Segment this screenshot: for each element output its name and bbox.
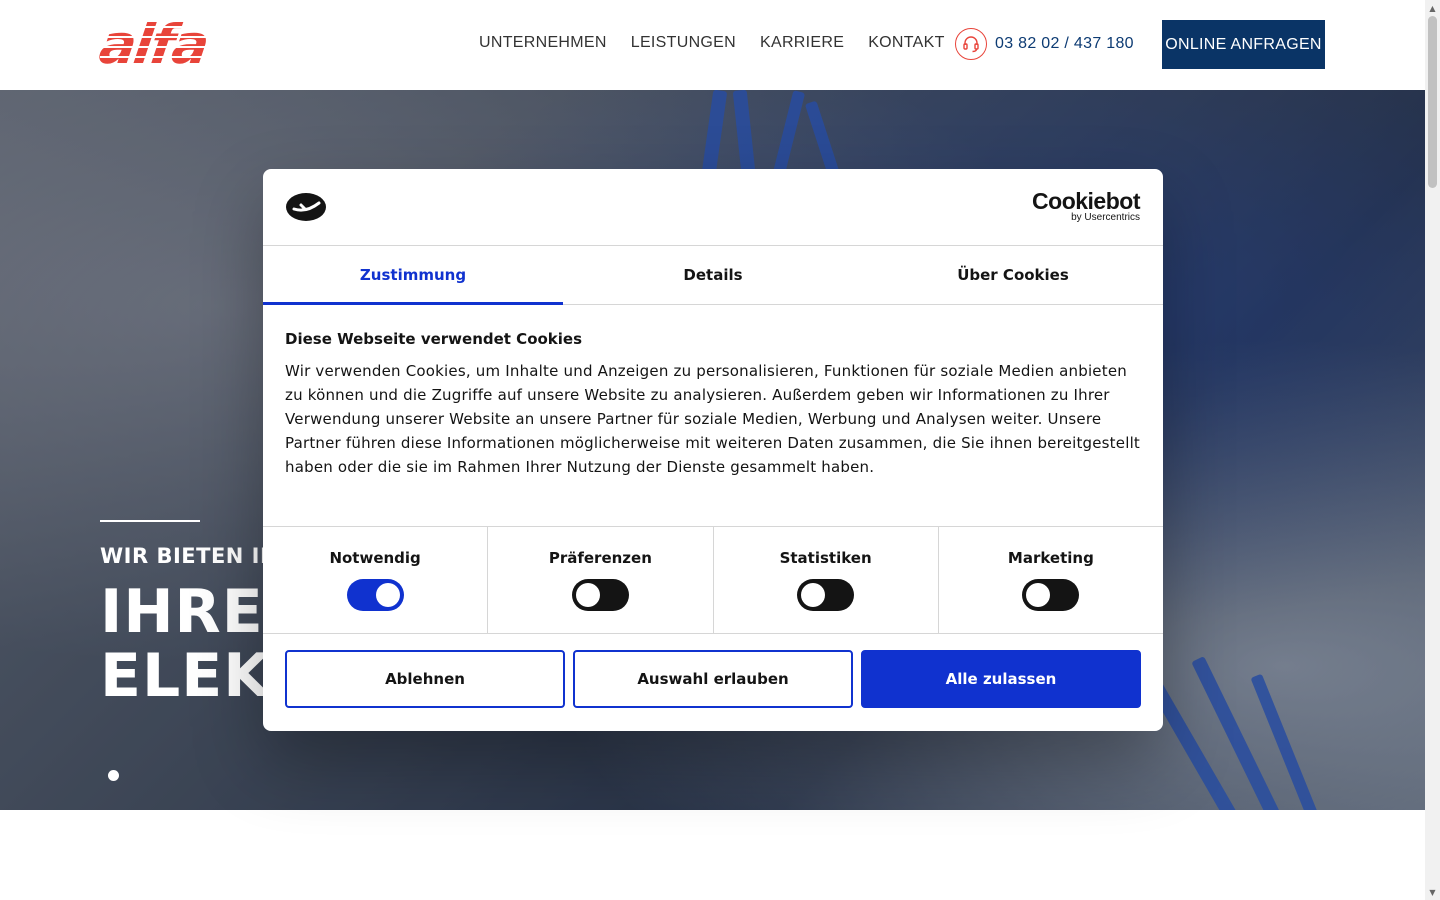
nav-item-karriere[interactable]: KARRIERE — [760, 34, 844, 52]
switch-knob — [575, 583, 600, 607]
nav-item-kontakt[interactable]: KONTAKT — [868, 34, 944, 52]
toggle-group-notwendig: Notwendig — [263, 527, 489, 633]
scroll-up-arrow-icon[interactable]: ▲ — [1425, 2, 1440, 14]
nav-item-unternehmen[interactable]: UNTERNEHMEN — [479, 34, 607, 52]
switch-knob — [1026, 583, 1051, 607]
marketing-switch[interactable] — [1022, 579, 1080, 611]
main-nav: UNTERNEHMEN LEISTUNGEN KARRIERE KONTAKT — [479, 34, 969, 52]
nav-item-leistungen[interactable]: LEISTUNGEN — [631, 34, 736, 52]
toggle-group-statistiken: Statistiken — [714, 527, 939, 633]
tab-details[interactable]: Details — [563, 246, 863, 304]
switch-knob — [801, 583, 826, 607]
toggle-label: Statistiken — [779, 549, 872, 567]
dialog-title: Diese Webseite verwendet Cookies — [285, 330, 583, 348]
scroll-down-arrow-icon[interactable]: ▼ — [1425, 886, 1440, 898]
toggle-group-praeferenzen: Präferenzen — [488, 527, 714, 633]
cookiebot-brand[interactable]: Cookiebot by Usercentrics — [1032, 189, 1140, 223]
statistiken-switch[interactable] — [797, 579, 855, 611]
dialog-tabs: Zustimmung Details Über Cookies — [263, 246, 1163, 305]
toggle-label: Präferenzen — [548, 549, 652, 567]
praeferenzen-switch[interactable] — [571, 579, 629, 611]
online-anfragen-button[interactable]: ONLINE ANFRAGEN — [1162, 20, 1325, 69]
toggle-label: Marketing — [1007, 549, 1094, 567]
headset-icon — [955, 28, 987, 60]
dialog-header: Cookiebot by Usercentrics — [263, 169, 1163, 246]
decline-button[interactable]: Ablehnen — [285, 650, 565, 708]
phone-number: 03 82 02 / 437 180 — [995, 35, 1134, 52]
switch-knob — [375, 583, 400, 607]
cookie-consent-dialog: Cookiebot by Usercentrics Zustimmung Det… — [263, 169, 1163, 731]
cookiebot-name: Cookiebot — [1032, 188, 1140, 214]
site-header: alfa UNTERNEHMEN LEISTUNGEN KARRIERE KON… — [0, 0, 1425, 90]
phone-link[interactable]: 03 82 02 / 437 180 — [955, 28, 1134, 60]
allow-selection-button[interactable]: Auswahl erlauben — [573, 650, 853, 708]
hero-divider — [100, 520, 200, 522]
toggle-group-marketing: Marketing — [939, 527, 1163, 633]
scroll-thumb[interactable] — [1428, 16, 1437, 188]
dialog-body: Diese Webseite verwendet Cookies Wir ver… — [285, 330, 1141, 479]
dialog-text: Wir verwenden Cookies, um Inhalte und An… — [285, 362, 1141, 476]
cookiebot-sub: by Usercentrics — [1071, 212, 1140, 223]
tab-ueber-cookies[interactable]: Über Cookies — [863, 246, 1163, 304]
allow-all-button[interactable]: Alle zulassen — [861, 650, 1141, 708]
dialog-buttons: Ablehnen Auswahl erlauben Alle zulassen — [285, 650, 1141, 708]
alfa-logo[interactable]: alfa — [96, 13, 240, 76]
consent-toggles: Notwendig Präferenzen Statistiken Market… — [263, 526, 1163, 634]
tab-zustimmung[interactable]: Zustimmung — [263, 246, 563, 305]
cookiebot-logo-icon — [285, 191, 327, 223]
page-scrollbar[interactable]: ▲ ▼ — [1425, 0, 1440, 900]
slider-dot[interactable] — [108, 770, 119, 781]
notwendig-switch[interactable] — [346, 579, 404, 611]
logo-text: alfa — [95, 13, 212, 76]
toggle-label: Notwendig — [329, 549, 421, 567]
